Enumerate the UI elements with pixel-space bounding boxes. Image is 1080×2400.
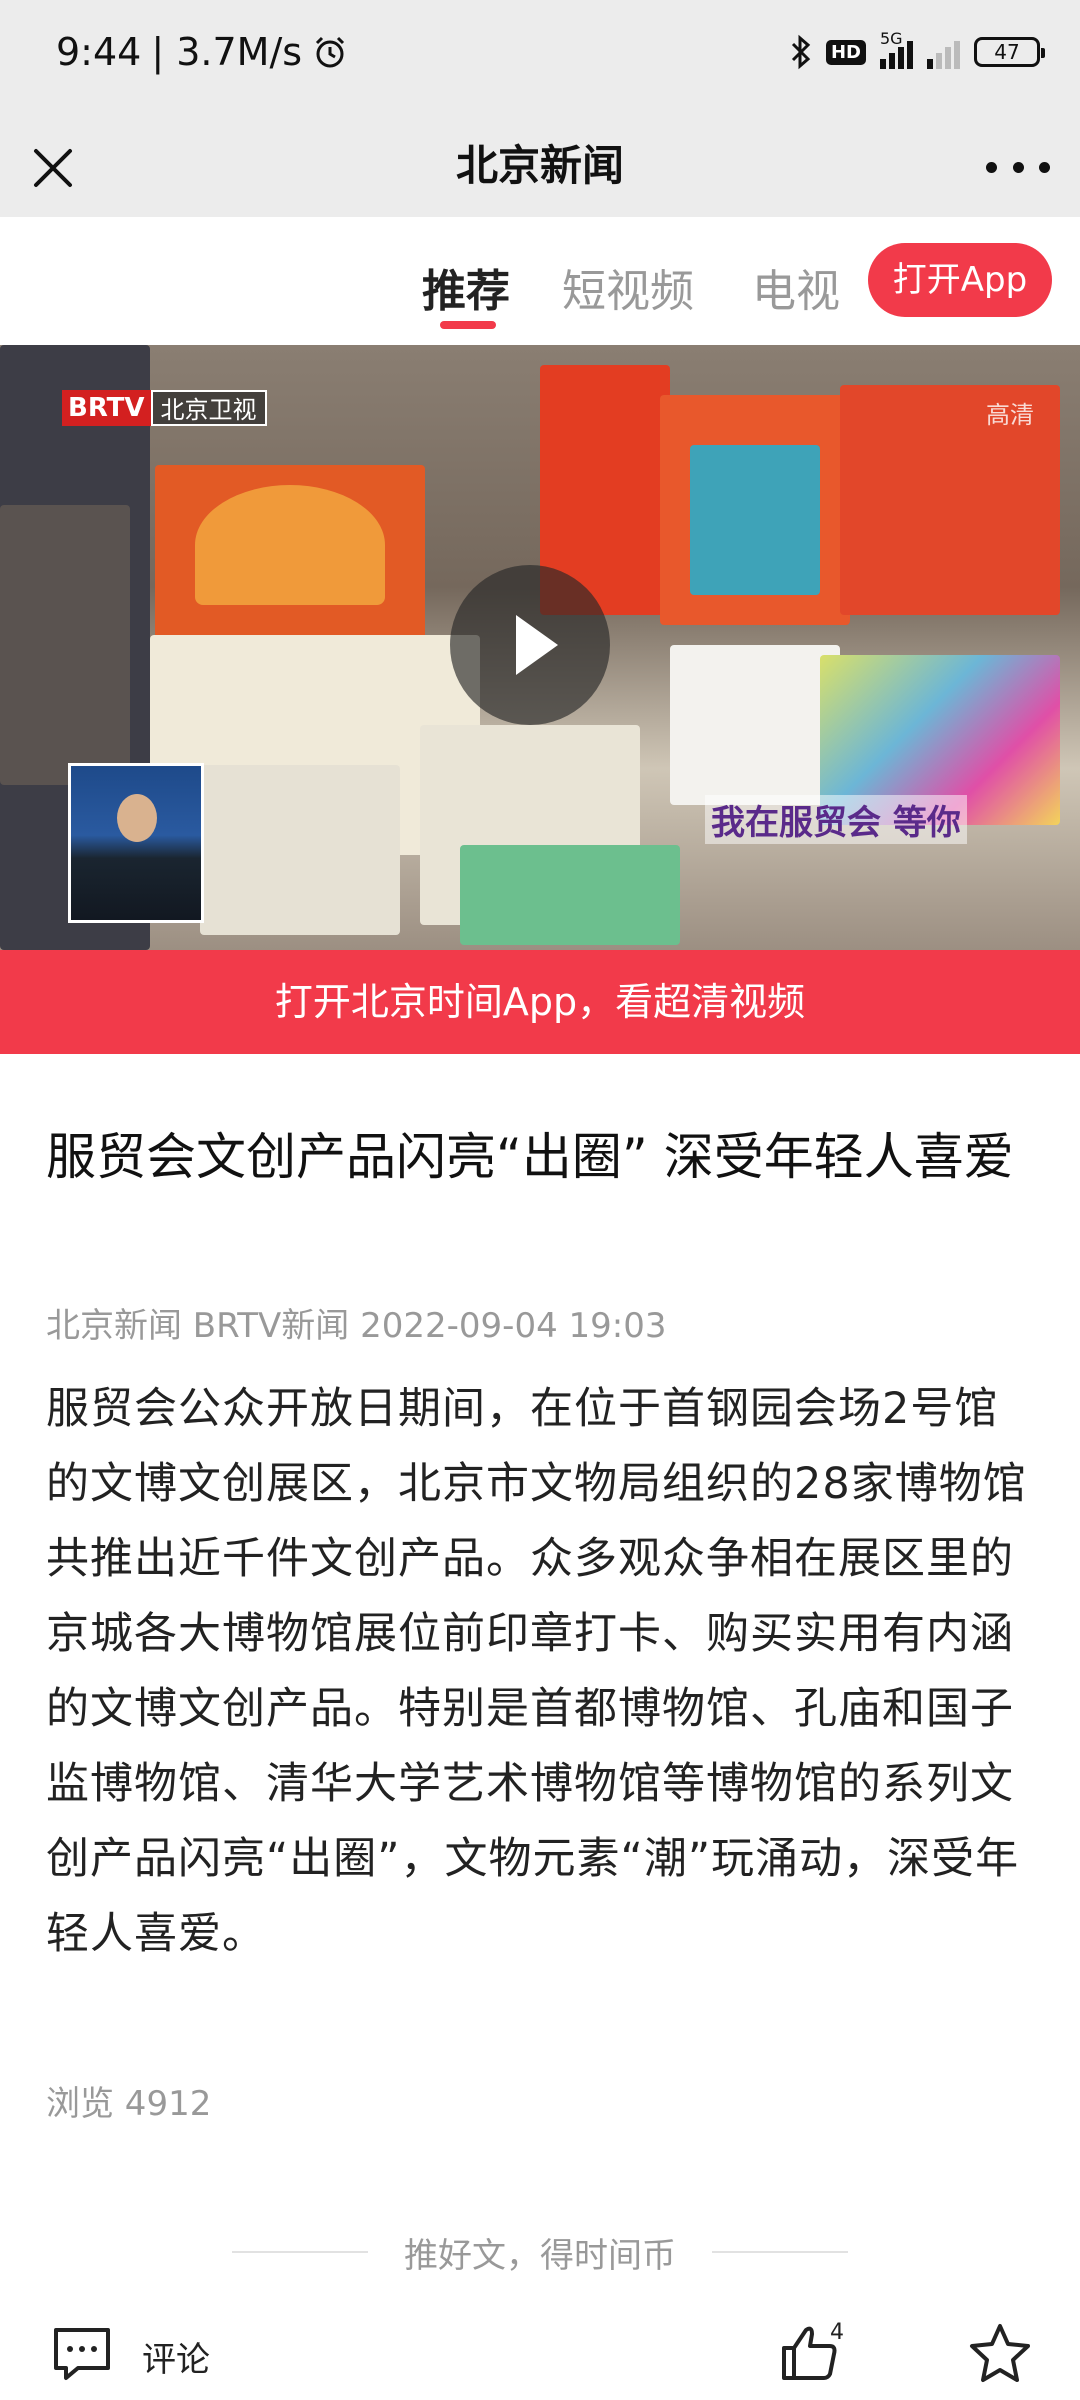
bottom-action-bar: 评论 4 bbox=[0, 2310, 1080, 2400]
promo-divider: 推好文，得时间币 bbox=[0, 2222, 1080, 2282]
like-count: 4 bbox=[830, 2320, 844, 2345]
channel-logo: BRTV 北京卫视 bbox=[62, 390, 267, 426]
video-overlay-text: 我在服贸会 等你 bbox=[705, 795, 967, 844]
bluetooth-icon bbox=[791, 34, 811, 70]
comment-icon[interactable] bbox=[52, 2326, 112, 2382]
tab-recommend[interactable]: 推荐 bbox=[422, 255, 510, 319]
signal-weak-icon bbox=[927, 35, 960, 69]
tab-tv[interactable]: 电视 bbox=[752, 255, 840, 319]
page-title: 北京新闻 bbox=[455, 141, 624, 190]
tab-short-video[interactable]: 短视频 bbox=[562, 255, 694, 319]
view-count: 浏览 4912 bbox=[46, 2084, 212, 2124]
battery-icon: 47 bbox=[974, 37, 1045, 67]
article-title: 服贸会文创产品闪亮“出圈” 深受年轻人喜爱 bbox=[46, 1128, 1014, 1186]
promo-text: 推好文，得时间币 bbox=[404, 2235, 676, 2276]
star-icon[interactable] bbox=[968, 2322, 1032, 2384]
open-app-banner[interactable]: 打开北京时间App，看超清视频 bbox=[0, 950, 1080, 1054]
status-right: HD 5G 47 bbox=[790, 29, 1045, 70]
status-net-speed: | 3.7M/s bbox=[151, 30, 303, 74]
top-nav: 北京新闻 bbox=[0, 115, 1080, 217]
play-icon[interactable] bbox=[450, 565, 610, 725]
comment-label[interactable]: 评论 bbox=[142, 2332, 210, 2381]
open-app-button[interactable]: 打开App bbox=[868, 243, 1052, 317]
video-player[interactable]: BRTV 北京卫视 高清 我在服贸会 等你 bbox=[0, 345, 1080, 950]
status-left: 9:44 | 3.7M/s bbox=[56, 30, 348, 74]
alarm-icon bbox=[315, 36, 345, 68]
status-bar: 9:44 | 3.7M/s HD 5G 47 bbox=[0, 0, 1080, 115]
battery-level: 47 bbox=[994, 40, 1020, 64]
more-options-icon[interactable] bbox=[986, 145, 1050, 189]
video-quality-label: 高清 bbox=[986, 401, 1034, 429]
tab-bar: 推荐 短视频 电视 打开App bbox=[0, 217, 1080, 345]
active-tab-indicator bbox=[440, 321, 496, 329]
article-meta: 北京新闻 BRTV新闻 2022-09-04 19:03 bbox=[46, 1306, 667, 1346]
status-time: 9:44 bbox=[56, 30, 142, 74]
article-body: 服贸会公众开放日期间，在位于首钢园会场2号馆的文博文创展区，北京市文物局组织的2… bbox=[46, 1384, 1027, 1959]
news-anchor-inset bbox=[68, 763, 204, 923]
signal-5g-icon: 5G bbox=[880, 29, 913, 69]
hd-badge: HD bbox=[825, 39, 866, 65]
